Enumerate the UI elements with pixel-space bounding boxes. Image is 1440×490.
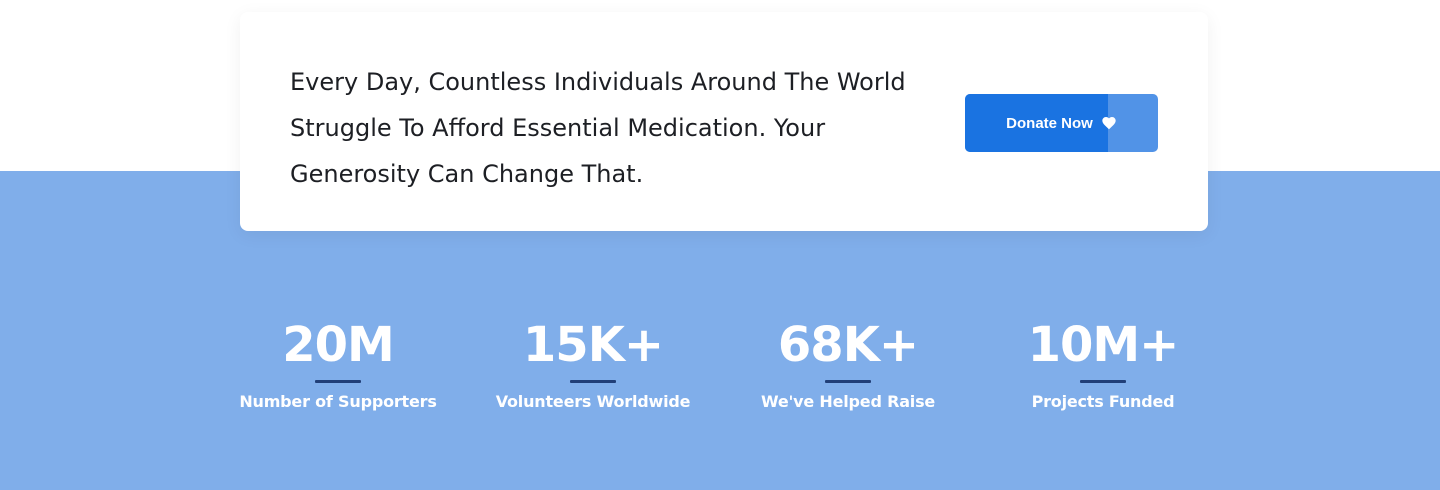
stat-label: Number of Supporters [239, 392, 437, 411]
stat-label: Volunteers Worldwide [495, 392, 691, 411]
stat-divider [1080, 380, 1126, 383]
stats-section: 20M Number of Supporters 15K+ Volunteers… [0, 0, 1440, 490]
stat-value: 10M+ [1027, 317, 1180, 373]
stat-value: 20M [282, 317, 395, 373]
stat-value: 15K+ [522, 317, 664, 373]
stat-label: Projects Funded [1031, 392, 1175, 411]
stat-volunteers: 15K+ Volunteers Worldwide [473, 314, 713, 413]
stat-divider [315, 380, 361, 383]
stat-projects: 10M+ Projects Funded [983, 314, 1223, 413]
stat-supporters: 20M Number of Supporters [218, 314, 458, 413]
stat-raised: 68K+ We've Helped Raise [728, 314, 968, 413]
stat-divider [825, 380, 871, 383]
stat-label: We've Helped Raise [760, 392, 936, 411]
stat-divider [570, 380, 616, 383]
stat-value: 68K+ [777, 317, 919, 373]
